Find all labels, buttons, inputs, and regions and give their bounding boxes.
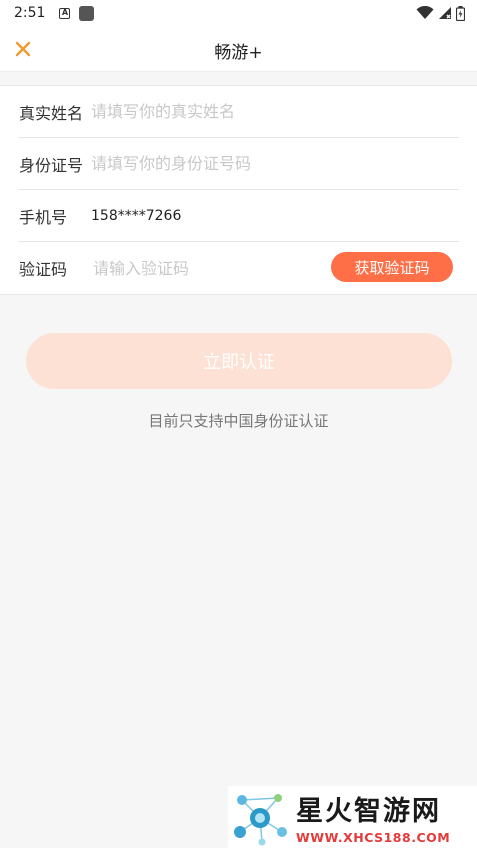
watermark-name: 星火智游网 <box>296 796 441 827</box>
status-time: 2:51 <box>14 5 46 21</box>
submit-button[interactable]: 立即认证 <box>26 333 452 389</box>
phone-row: 手机号 158****7266 <box>19 190 459 242</box>
cell-signal-icon <box>439 7 451 19</box>
name-row: 真实姓名 <box>19 86 459 138</box>
name-label: 真实姓名 <box>19 103 84 123</box>
app-bar: 畅游+ <box>0 26 477 72</box>
battery-icon <box>456 5 465 21</box>
get-code-button[interactable]: 获取验证码 <box>331 252 453 282</box>
app-square-icon <box>79 5 95 21</box>
phone-value: 158****7266 <box>91 207 182 224</box>
molecule-logo-icon <box>234 794 287 846</box>
watermark: 星火智游网 WWW.XHCS188.COM <box>228 786 477 848</box>
status-right-icons <box>416 5 465 21</box>
notice-text: 目前只支持中国身份证认证 <box>148 412 329 430</box>
id-card-input[interactable] <box>91 148 459 179</box>
code-label: 验证码 <box>19 260 68 279</box>
wifi-icon <box>416 6 434 19</box>
keyboard-a-icon: A <box>59 7 71 19</box>
id-card-row: 身份证号 <box>19 138 459 190</box>
id-card-label: 身份证号 <box>19 155 84 175</box>
watermark-url: WWW.XHCS188.COM <box>296 830 451 845</box>
name-input[interactable] <box>91 96 459 127</box>
watermark-text: 星火智游网 WWW.XHCS188.COM <box>296 789 450 845</box>
status-bar: 2:51 A <box>0 0 477 26</box>
page-title: 畅游+ <box>214 43 263 63</box>
phone-label: 手机号 <box>19 207 68 227</box>
